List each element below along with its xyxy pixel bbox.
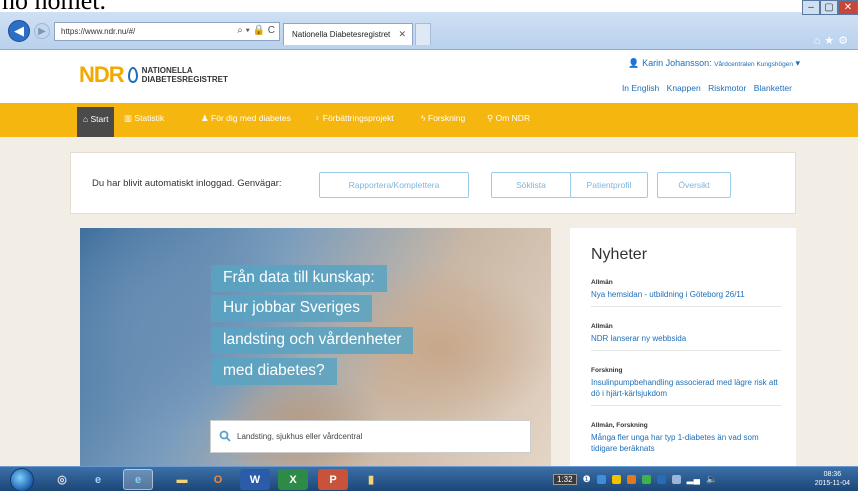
news-panel: Nyheter Allmän Nya hemsidan - utbildning…	[570, 228, 796, 466]
home-icon: ⌂	[813, 35, 825, 47]
login-notice: Du har blivit automatiskt inloggad. Genv…	[92, 178, 282, 189]
news-heading: Nyheter	[591, 246, 648, 263]
star-icon: ★	[824, 35, 839, 47]
shortcut-bar: Du har blivit automatiskt inloggad. Genv…	[70, 152, 796, 214]
search-placeholder: Landsting, sjukhus eller vårdcentral	[237, 432, 363, 441]
shortcut-oversikt[interactable]: Översikt	[657, 172, 731, 198]
hero-line-3: landsting och vårdenheter	[211, 327, 414, 354]
maximize-button[interactable]: ▢	[820, 0, 838, 15]
person-icon: ♟	[201, 113, 209, 123]
media-player-icon[interactable]: ◎	[47, 469, 77, 490]
gear-icon: ⚙	[838, 35, 852, 47]
shortcut-patientprofil[interactable]: Patientprofil	[570, 172, 648, 198]
browser-tools[interactable]: ⌂★⚙	[814, 34, 852, 47]
top-links: In English Knappen Riskmotor Blanketter	[617, 83, 792, 93]
news-item[interactable]: Allmän, Forskning Många fler unga har ty…	[591, 422, 781, 460]
back-button[interactable]: ◀	[8, 20, 30, 42]
shortcut-soklista[interactable]: Söklista	[491, 172, 571, 198]
display-icon[interactable]	[671, 475, 681, 484]
caret-down-icon: ▾	[795, 58, 800, 68]
bluetooth-icon[interactable]	[656, 475, 666, 484]
nav-for-dig[interactable]: ♟ För dig med diabetes	[201, 113, 291, 124]
volume-icon[interactable]: 🔈	[706, 474, 717, 485]
bolt-icon: ϟ	[421, 113, 426, 123]
bar-chart-icon: ▥	[124, 113, 133, 123]
map-pin-icon: ⚲	[487, 113, 494, 123]
link-blanketter[interactable]: Blanketter	[754, 83, 792, 93]
logo-text: NATIONELLA DIABETESREGISTRET	[141, 66, 228, 84]
nav-start[interactable]: ⌂ Start	[77, 107, 115, 137]
clock-date: 2015-11-04	[814, 480, 850, 487]
user-name: Karin Johansson:	[642, 58, 712, 68]
folder-icon[interactable]: ▬	[167, 469, 197, 490]
browser-tab[interactable]: Nationella Diabetesregistret ✕	[283, 23, 413, 45]
link-knappen[interactable]: Knappen	[667, 83, 701, 93]
start-button[interactable]	[10, 468, 34, 491]
hero-line-1: Från data till kunskap:	[211, 265, 387, 292]
search-icon	[219, 430, 231, 442]
home-icon: ⌂	[83, 114, 89, 124]
system-tray: 1:32 ❶ ▂▄ 🔈	[553, 470, 811, 489]
powerpoint-icon[interactable]: P	[318, 469, 348, 490]
arrow-right-icon: ▶	[38, 25, 46, 37]
minimize-button[interactable]: –	[802, 0, 820, 15]
nav-statistik[interactable]: ▥ Statistik	[124, 113, 164, 124]
nav-om-ndr[interactable]: ⚲ Om NDR	[487, 113, 530, 124]
close-tab-icon[interactable]: ✕	[398, 29, 406, 40]
nav-forskning[interactable]: ϟ Forskning	[421, 113, 465, 123]
address-bar[interactable]: https://www.ndr.nu/#/ ⌕ ▾ 🔒 C	[54, 22, 280, 41]
windows-taskbar: ◎ e e ▬ O W X P ▮ 1:32 ❶ ▂▄ 🔈 08:36 2015…	[0, 466, 858, 491]
close-window-button[interactable]: ✕	[838, 0, 858, 15]
user-unit: Vårdcentralen Kungshögen	[714, 61, 793, 68]
news-item[interactable]: Forskning Insulinpumpbehandling associer…	[591, 367, 781, 406]
update-icon[interactable]	[626, 475, 636, 484]
explorer-icon[interactable]: ▮	[356, 469, 386, 490]
new-tab-button[interactable]	[415, 23, 431, 45]
logo-ndr: NDR	[79, 62, 125, 87]
user-menu[interactable]: 👤 Karin Johansson: Vårdcentralen Kungshö…	[628, 58, 800, 69]
network-icon[interactable]	[596, 475, 606, 484]
clock-time: 08:36	[823, 471, 842, 478]
word-icon[interactable]: W	[240, 469, 270, 490]
arrow-left-icon: ◀	[14, 23, 24, 38]
hero-line-4: med diabetes?	[211, 358, 337, 385]
ie-icon[interactable]: e	[83, 469, 113, 490]
notes-icon[interactable]	[611, 475, 621, 484]
user-icon: 👤	[628, 58, 640, 68]
excel-icon[interactable]: X	[278, 469, 308, 490]
drop-icon	[127, 67, 138, 83]
ndr-logo[interactable]: NDR NATIONELLA DIABETESREGISTRET	[79, 62, 228, 88]
news-item[interactable]: Allmän NDR lanserar ny webbsida	[591, 323, 781, 351]
link-english[interactable]: In English	[622, 83, 659, 93]
info-icon[interactable]: ❶	[583, 474, 591, 485]
clock[interactable]: 08:36 2015-11-04	[815, 470, 850, 488]
browser-chrome: ◀ ▶ https://www.ndr.nu/#/ ⌕ ▾ 🔒 C Nation…	[0, 12, 858, 50]
security-icon[interactable]	[641, 475, 651, 484]
main-nav: ⌂ Start ▥ Statistik ♟ För dig med diabet…	[0, 103, 858, 137]
outlook-icon[interactable]: O	[203, 469, 233, 490]
url-text: https://www.ndr.nu/#/	[61, 27, 136, 36]
hero-line-2: Hur jobbar Sveriges	[211, 295, 372, 322]
battery-indicator[interactable]: 1:32	[553, 474, 577, 485]
handwritten-sliver: no homet.	[0, 0, 858, 12]
shortcut-rapportera[interactable]: Rapportera/Komplettera	[319, 172, 469, 198]
forward-button[interactable]: ▶	[34, 23, 50, 39]
nav-forbattring[interactable]: ♀ Förbättringsprojekt	[314, 113, 394, 123]
unit-search-input[interactable]: Landsting, sjukhus eller vårdcentral	[210, 420, 531, 453]
ie-active-icon[interactable]: e	[123, 469, 153, 490]
news-item[interactable]: Allmän Nya hemsidan - utbildning i Göteb…	[591, 279, 781, 307]
address-actions[interactable]: ⌕ ▾ 🔒 C	[237, 25, 275, 36]
lightbulb-icon: ♀	[314, 113, 321, 123]
main-content: Du har blivit automatiskt inloggad. Genv…	[0, 137, 858, 466]
tab-title: Nationella Diabetesregistret	[292, 30, 391, 39]
link-riskmotor[interactable]: Riskmotor	[708, 83, 746, 93]
hero-banner: Från data till kunskap: Hur jobbar Sveri…	[80, 228, 551, 466]
signal-icon[interactable]: ▂▄	[687, 474, 700, 485]
